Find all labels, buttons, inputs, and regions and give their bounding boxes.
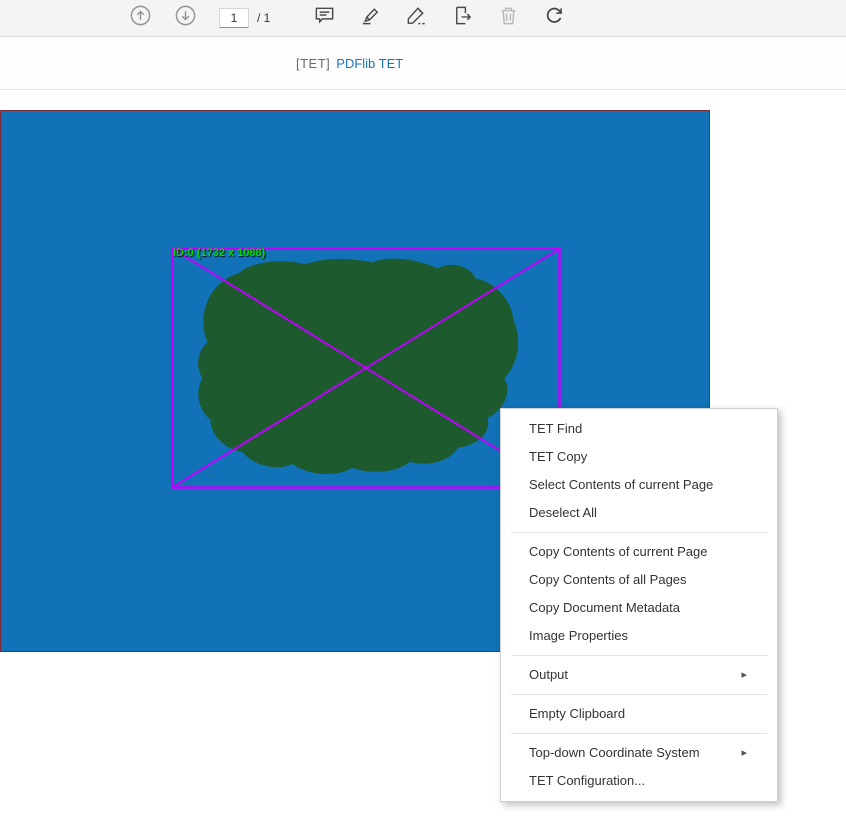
menu-separator xyxy=(511,655,767,656)
comment-icon xyxy=(313,4,336,32)
trash-icon xyxy=(497,4,520,32)
highlight-button[interactable] xyxy=(356,4,384,32)
menu-item-select-contents[interactable]: Select Contents of current Page xyxy=(501,471,777,499)
arrow-down-circle-icon xyxy=(174,4,197,32)
menu-separator xyxy=(511,733,767,734)
refresh-button[interactable] xyxy=(540,4,568,32)
signature-pen-icon xyxy=(405,4,428,32)
menu-item-deselect-all[interactable]: Deselect All xyxy=(501,499,777,527)
arrow-up-circle-icon xyxy=(129,4,152,32)
extract-page-button[interactable] xyxy=(448,4,476,32)
page-up-button[interactable] xyxy=(126,4,154,32)
page-down-button[interactable] xyxy=(171,4,199,32)
signature-button[interactable] xyxy=(402,4,430,32)
menu-item-output[interactable]: Output ▸ xyxy=(501,661,777,689)
submenu-arrow-icon: ▸ xyxy=(741,661,747,689)
menu-item-copy-metadata[interactable]: Copy Document Metadata xyxy=(501,594,777,622)
document-area: ID:0 (1732 x 1088) TET Find TET Copy Sel… xyxy=(0,90,846,816)
page-export-icon xyxy=(451,4,474,32)
page-number-input[interactable] xyxy=(219,8,249,28)
plugin-toolbar: [TET] PDFlib TET xyxy=(0,37,846,90)
highlighter-icon xyxy=(359,4,382,32)
refresh-icon xyxy=(543,4,566,32)
menu-item-tet-copy[interactable]: TET Copy xyxy=(501,443,777,471)
menu-item-topdown-coordinates[interactable]: Top-down Coordinate System ▸ xyxy=(501,739,777,767)
menu-item-image-properties[interactable]: Image Properties xyxy=(501,622,777,650)
menu-item-copy-all-pages[interactable]: Copy Contents of all Pages xyxy=(501,566,777,594)
image-id-label: ID:0 (1732 x 1088) xyxy=(173,247,265,259)
comment-button[interactable] xyxy=(310,4,338,32)
menu-item-copy-current-page[interactable]: Copy Contents of current Page xyxy=(501,538,777,566)
plugin-title-link[interactable]: PDFlib TET xyxy=(336,56,403,71)
menu-item-empty-clipboard[interactable]: Empty Clipboard xyxy=(501,700,777,728)
tet-logo: [TET] xyxy=(296,56,330,71)
menu-item-tet-find[interactable]: TET Find xyxy=(501,415,777,443)
page-total-label: / 1 xyxy=(257,11,270,25)
menu-item-tet-configuration[interactable]: TET Configuration... xyxy=(501,767,777,795)
top-toolbar: / 1 xyxy=(0,0,846,37)
menu-separator xyxy=(511,532,767,533)
submenu-arrow-icon: ▸ xyxy=(741,739,747,767)
delete-button[interactable] xyxy=(494,4,522,32)
context-menu: TET Find TET Copy Select Contents of cur… xyxy=(500,408,778,802)
menu-separator xyxy=(511,694,767,695)
